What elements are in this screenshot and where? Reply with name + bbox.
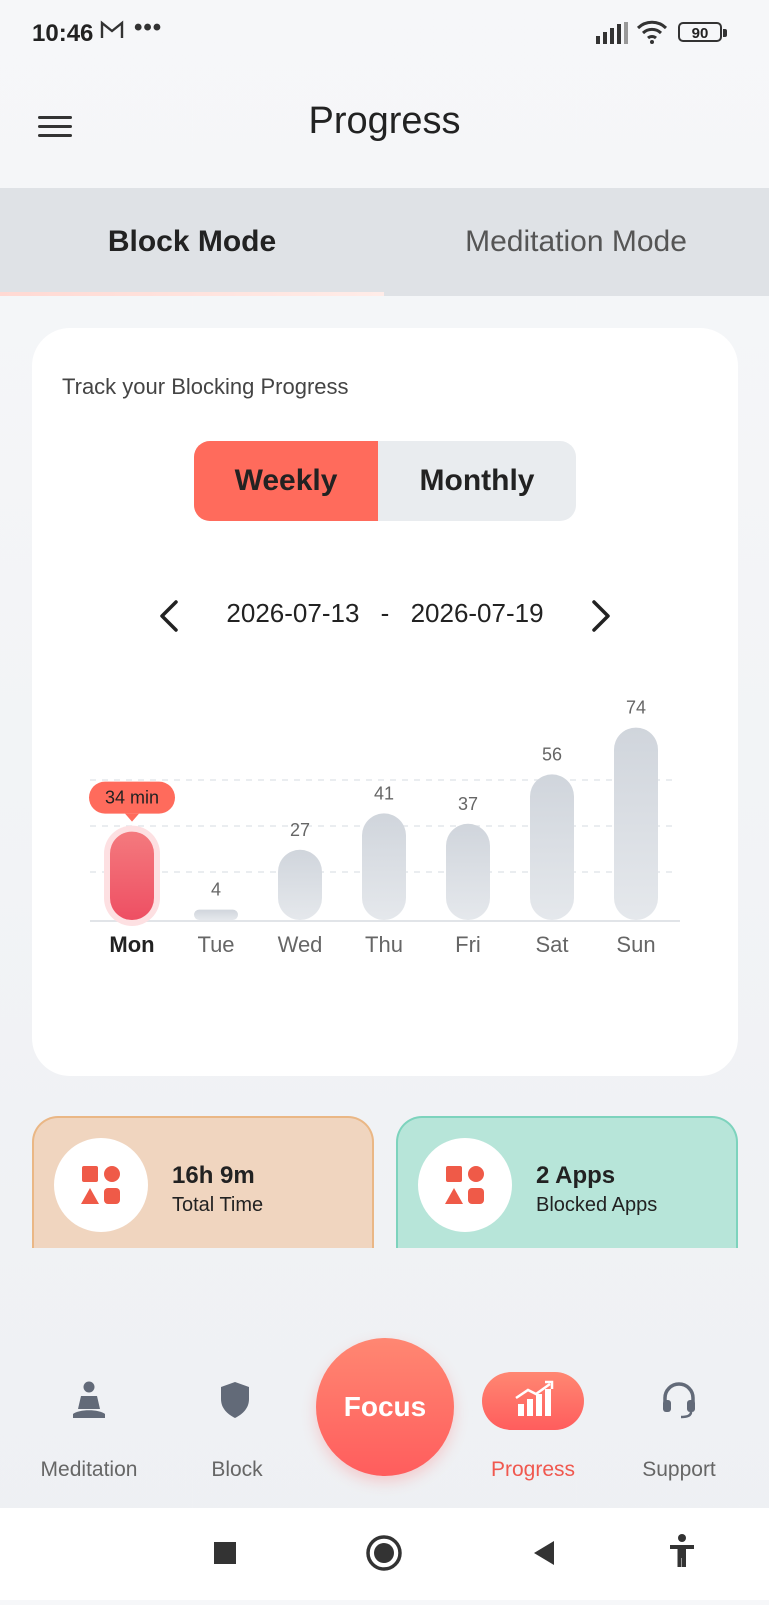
bar-tooltip-pointer	[125, 813, 139, 822]
back-icon[interactable]	[534, 1541, 554, 1565]
tick-label: Mon	[109, 932, 154, 957]
data-label: 74	[626, 698, 646, 718]
data-label: 56	[542, 744, 562, 764]
nav-support-label[interactable]: Support	[594, 1458, 764, 1482]
total-time-label: Total Time	[172, 1194, 264, 1216]
total-time-card[interactable]: 16h 9m Total Time	[32, 1116, 374, 1248]
recent-apps-icon[interactable]	[214, 1542, 236, 1564]
meditation-icon	[73, 1381, 105, 1418]
headset-icon	[663, 1382, 695, 1419]
home-icon[interactable]	[366, 1535, 402, 1571]
tick-label: Tue	[197, 932, 234, 957]
apps-shapes-icon	[418, 1138, 512, 1232]
tick-label: Sat	[535, 932, 568, 957]
data-label: 41	[374, 783, 394, 803]
bar-mon[interactable]	[110, 831, 154, 920]
bar-wed[interactable]	[278, 849, 322, 920]
nav-meditation[interactable]	[14, 1380, 164, 1425]
tick-label: Wed	[278, 932, 323, 957]
data-label: 37	[458, 794, 478, 814]
tick-label: Sun	[616, 932, 655, 957]
bar-sun[interactable]	[614, 727, 658, 920]
accessibility-icon[interactable]	[670, 1534, 694, 1567]
focus-button[interactable]: Focus	[316, 1338, 454, 1476]
bar-thu[interactable]	[362, 813, 406, 920]
blocked-apps-label: Blocked Apps	[536, 1194, 658, 1216]
nav-block[interactable]	[160, 1380, 310, 1425]
bar-fri[interactable]	[446, 823, 490, 920]
nav-block-label[interactable]: Block	[152, 1458, 322, 1482]
total-time-value: 16h 9m	[172, 1162, 255, 1189]
bar-sat[interactable]	[530, 774, 574, 920]
apps-shapes-icon	[54, 1138, 148, 1232]
data-label: 34 min	[105, 788, 159, 808]
nav-progress[interactable]	[482, 1372, 584, 1430]
tick-label: Thu	[365, 932, 403, 957]
weekly-bar-chart: 34 min Mon 4 Tue 27 Wed 41 Thu 37 Fri 56 Sat 74 Sun	[89, 698, 680, 957]
nav-progress-label[interactable]: Progress	[448, 1458, 618, 1482]
shield-icon	[221, 1382, 249, 1418]
tick-label: Fri	[455, 932, 481, 957]
bar-tue[interactable]	[194, 909, 238, 920]
nav-meditation-label[interactable]: Meditation	[4, 1458, 174, 1482]
data-label: 27	[290, 820, 310, 840]
blocked-apps-value: 2 Apps	[536, 1162, 616, 1189]
bar-chart-icon	[515, 1380, 554, 1416]
nav-support[interactable]	[604, 1380, 754, 1425]
system-navigation-bar	[0, 1508, 769, 1600]
blocked-apps-card[interactable]: 2 Apps Blocked Apps	[396, 1116, 738, 1248]
data-label: 4	[211, 880, 221, 900]
